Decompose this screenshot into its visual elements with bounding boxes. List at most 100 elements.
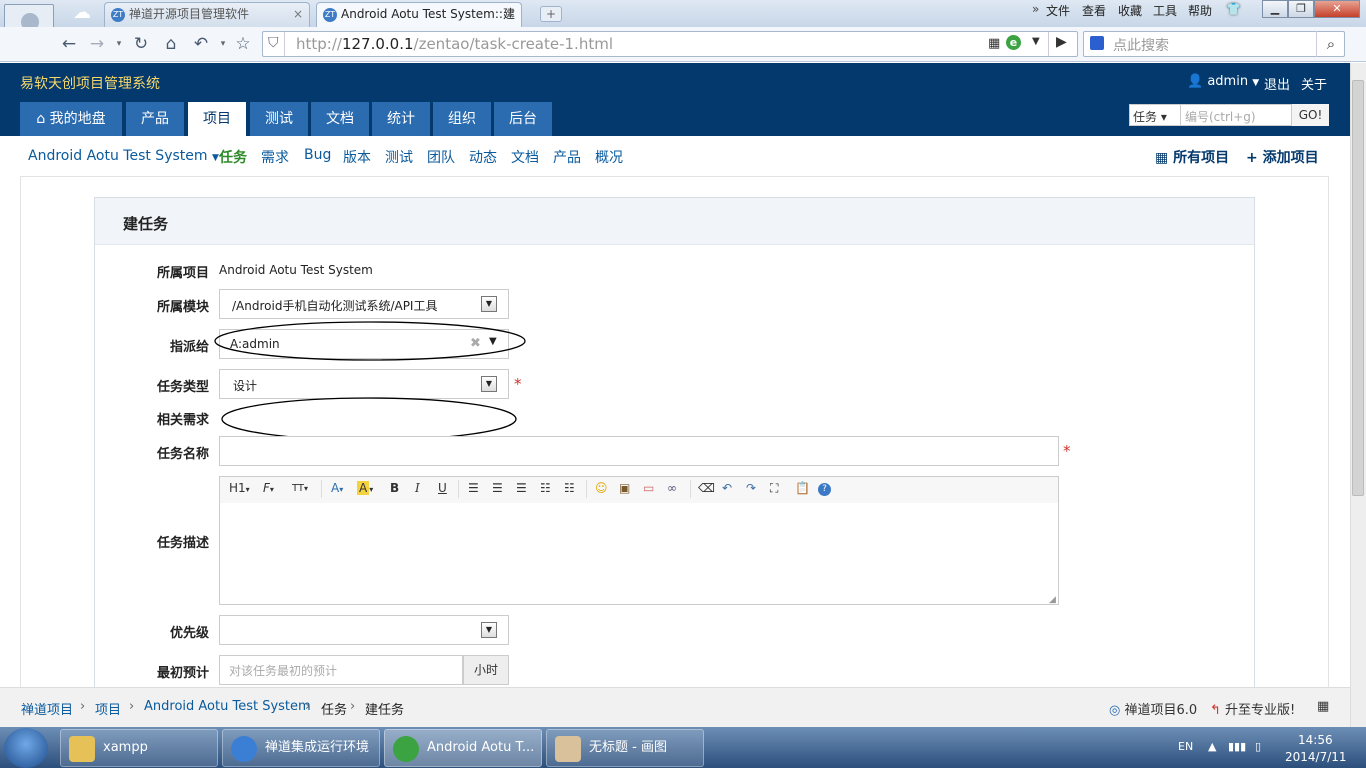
task-desc-editor[interactable] bbox=[219, 503, 1059, 605]
ordered-list-icon[interactable]: ☷ bbox=[540, 481, 551, 495]
align-right-icon[interactable]: ☰ bbox=[516, 481, 527, 495]
subnav-team[interactable]: 团队 bbox=[427, 147, 455, 167]
nav-doc[interactable]: 文档 bbox=[311, 102, 369, 136]
minimize-button[interactable]: ▁ bbox=[1262, 0, 1288, 18]
all-projects-link[interactable]: ▦ 所有项目 bbox=[1155, 147, 1229, 167]
forward-arrow-icon[interactable]: → bbox=[86, 33, 108, 55]
dropdown-arrow-icon[interactable]: ▼ bbox=[481, 622, 497, 638]
upgrade-link[interactable]: ↰ 升至专业版! bbox=[1210, 699, 1295, 718]
network-icon[interactable]: ▮▮▮ bbox=[1228, 740, 1246, 753]
eraser-icon[interactable]: ⌫ bbox=[698, 481, 715, 495]
start-button-icon[interactable] bbox=[4, 728, 48, 768]
italic-button[interactable]: I bbox=[415, 481, 420, 495]
menu-favorites[interactable]: 收藏 bbox=[1118, 2, 1142, 19]
tray-arrow-icon[interactable]: ▲ bbox=[1208, 740, 1216, 753]
breadcrumb-project[interactable]: 项目 bbox=[95, 699, 121, 718]
type-select[interactable] bbox=[219, 369, 509, 399]
close-tab-icon[interactable]: × bbox=[293, 3, 303, 26]
menu-view[interactable]: 查看 bbox=[1082, 2, 1106, 19]
bold-button[interactable]: B bbox=[390, 481, 399, 495]
resize-handle-icon[interactable]: ◢ bbox=[1049, 595, 1056, 605]
link-icon[interactable]: ∞ bbox=[667, 481, 677, 495]
font-size-button[interactable]: TT▾ bbox=[292, 483, 308, 494]
maximize-button[interactable]: ❐ bbox=[1288, 0, 1314, 18]
quick-id-input[interactable]: 编号(ctrl+g) bbox=[1185, 108, 1256, 125]
taskbar-xampp[interactable]: xampp bbox=[60, 729, 218, 767]
subnav-doc[interactable]: 文档 bbox=[511, 147, 539, 167]
menu-tools[interactable]: 工具 bbox=[1153, 2, 1177, 19]
taskbar-zentao-env[interactable]: 禅道集成运行环境 bbox=[222, 729, 380, 767]
emoticon-icon[interactable]: ☺ bbox=[595, 481, 608, 495]
ie-mode-icon[interactable]: e bbox=[1006, 35, 1021, 50]
new-tab-button[interactable]: + bbox=[540, 6, 562, 22]
close-window-button[interactable]: ✕ bbox=[1314, 0, 1360, 18]
close-tab-icon[interactable]: × bbox=[505, 3, 515, 26]
subnav-testtask[interactable]: 测试 bbox=[385, 147, 413, 167]
url-text[interactable]: http://127.0.0.1/zentao/task-create-1.ht… bbox=[296, 35, 613, 53]
search-input[interactable]: 点此搜索 bbox=[1113, 35, 1169, 55]
nav-project[interactable]: 项目 bbox=[188, 102, 246, 136]
fullscreen-icon[interactable]: ⛶ bbox=[770, 481, 778, 496]
menu-file[interactable]: 文件 bbox=[1046, 2, 1070, 19]
home-icon[interactable]: ⌂ bbox=[160, 33, 182, 55]
align-left-icon[interactable]: ☰ bbox=[468, 481, 479, 495]
chevron-down-icon[interactable]: ▾ bbox=[212, 33, 234, 55]
subnav-product[interactable]: 产品 bbox=[553, 147, 581, 167]
code-icon[interactable]: ▭ bbox=[643, 481, 654, 495]
logout-link[interactable]: 退出 bbox=[1264, 74, 1290, 93]
qrcode-icon[interactable]: ▦ bbox=[1317, 699, 1329, 714]
image-icon[interactable]: ▣ bbox=[619, 481, 630, 495]
version-link[interactable]: ◎ 禅道项目6.0 bbox=[1109, 699, 1197, 718]
nav-product[interactable]: 产品 bbox=[126, 102, 184, 136]
about-link[interactable]: 关于 bbox=[1301, 74, 1327, 93]
breadcrumb-zentao[interactable]: 禅道项目 bbox=[21, 699, 73, 718]
baidu-paw-icon[interactable] bbox=[1090, 36, 1104, 50]
heading-button[interactable]: H1▾ bbox=[229, 481, 250, 495]
taskbar-browser[interactable]: Android Aotu T... bbox=[384, 729, 542, 767]
star-icon[interactable]: ☆ bbox=[232, 33, 254, 55]
chevron-down-icon[interactable]: ▼ bbox=[1032, 36, 1040, 47]
breadcrumb-task[interactable]: 任务 bbox=[321, 699, 347, 718]
bullet-list-icon[interactable]: ☷ bbox=[564, 481, 575, 495]
nav-admin[interactable]: 后台 bbox=[494, 102, 552, 136]
qrcode-icon[interactable]: ▦ bbox=[988, 36, 1000, 51]
battery-icon[interactable]: ▯ bbox=[1255, 740, 1261, 753]
nav-my[interactable]: ⌂ 我的地盘 bbox=[20, 102, 122, 136]
clock-time[interactable]: 14:56 bbox=[1298, 733, 1333, 747]
menu-help[interactable]: 帮助 bbox=[1188, 2, 1212, 19]
shirt-icon[interactable]: 👕 bbox=[1226, 2, 1241, 16]
nav-report[interactable]: 统计 bbox=[372, 102, 430, 136]
undo-icon[interactable]: ↶ bbox=[722, 481, 732, 495]
nav-company[interactable]: 组织 bbox=[433, 102, 491, 136]
search-icon[interactable]: ⌕ bbox=[1316, 31, 1345, 57]
add-project-link[interactable]: + 添加项目 bbox=[1246, 147, 1319, 167]
project-switcher[interactable]: Android Aotu Test System ▼ bbox=[28, 148, 219, 164]
go-arrow-icon[interactable]: ▶ bbox=[1056, 34, 1067, 50]
taskbar-paint[interactable]: 无标题 - 画图 bbox=[546, 729, 704, 767]
cloud-icon[interactable]: ☁ bbox=[62, 2, 102, 27]
highlight-button[interactable]: A ▾ bbox=[357, 481, 373, 495]
language-indicator[interactable]: EN bbox=[1178, 740, 1193, 753]
breadcrumb-project-name[interactable]: Android Aotu Test System bbox=[144, 699, 311, 714]
user-menu[interactable]: 👤 admin ▼ bbox=[1187, 74, 1259, 89]
undo-icon[interactable]: ↶ bbox=[190, 33, 212, 55]
underline-button[interactable]: U bbox=[438, 481, 447, 495]
quick-type-select[interactable]: 任务 ▾ bbox=[1133, 108, 1167, 125]
dropdown-arrow-icon[interactable]: ▼ bbox=[481, 296, 497, 312]
paste-icon[interactable]: 📋 bbox=[795, 481, 810, 495]
chevron-down-icon[interactable]: ▾ bbox=[108, 33, 130, 55]
refresh-icon[interactable]: ↻ bbox=[130, 33, 152, 55]
clock-date[interactable]: 2014/7/11 bbox=[1285, 750, 1347, 764]
pri-select[interactable] bbox=[219, 615, 509, 645]
font-family-button[interactable]: F▾ bbox=[263, 481, 274, 495]
tab-android-test[interactable]: ZT Android Aotu Test System::建 × bbox=[316, 2, 522, 27]
subnav-task[interactable]: 任务 bbox=[219, 147, 247, 167]
subnav-bug[interactable]: Bug bbox=[304, 147, 331, 163]
font-color-button[interactable]: A▾ bbox=[331, 481, 343, 495]
more-icon[interactable]: » bbox=[1032, 2, 1039, 16]
subnav-view[interactable]: 概况 bbox=[595, 147, 623, 167]
tab-zentao[interactable]: ZT 禅道开源项目管理软件 × bbox=[104, 2, 310, 27]
dropdown-arrow-icon[interactable]: ▼ bbox=[481, 376, 497, 392]
scrollbar-thumb[interactable] bbox=[1352, 80, 1364, 496]
help-icon[interactable]: ? bbox=[818, 483, 831, 496]
